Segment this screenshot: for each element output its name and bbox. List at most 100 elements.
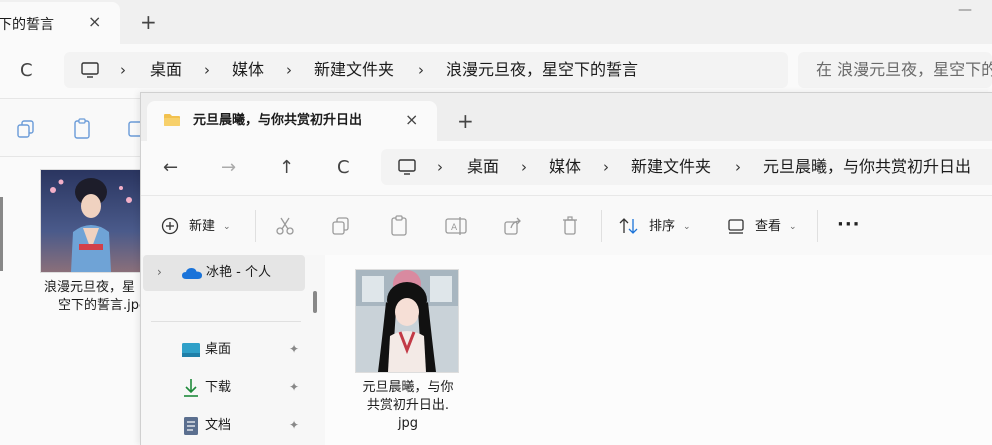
- forward-arrow-icon[interactable]: →: [221, 158, 236, 178]
- breadcrumb-desktop[interactable]: 桌面: [467, 159, 499, 175]
- nav-item-desktop[interactable]: 桌面 ✦: [143, 333, 309, 367]
- file-name-line: 共赏初升日出.: [366, 398, 450, 413]
- sort-button[interactable]: 排序 ⌄: [619, 216, 699, 236]
- desktop-icon: [182, 343, 200, 357]
- refresh-icon[interactable]: C: [337, 158, 350, 178]
- breadcrumb-new-folder[interactable]: 新建文件夹: [631, 159, 711, 175]
- front-window-tabbar: 元旦晨曦，与你共赏初升日出 × +: [141, 93, 992, 141]
- front-window-navbar: ← → ↑ C › 桌面 › 媒体 › 新建文件夹 › 元旦晨曦，与你共赏初升日…: [141, 141, 992, 195]
- file-name-line: 空下的誓言.jpg: [58, 298, 148, 313]
- breadcrumb-separator: ›: [521, 158, 527, 176]
- minimize-icon[interactable]: —: [958, 2, 972, 18]
- breadcrumb-separator: ›: [418, 61, 424, 79]
- back-search-box[interactable]: 在 浪漫元旦夜，星空下的: [798, 52, 992, 88]
- view-icon: [728, 219, 744, 234]
- computer-icon: [398, 159, 416, 175]
- back-scrollbar[interactable]: [0, 197, 3, 271]
- front-window-toolbar: 新建 ⌄ A 排序 ⌄ 查看 ⌄ ···: [141, 195, 992, 257]
- back-refresh-icon[interactable]: C: [20, 61, 33, 81]
- file-name-line: jpg: [397, 416, 419, 431]
- search-placeholder: 在 浪漫元旦夜，星空下的: [816, 60, 992, 79]
- navigation-pane: › 冰艳 - 个人 桌面 ✦ 下载 ✦ 文档 ✦: [141, 255, 325, 445]
- chevron-down-icon: ⌄: [223, 222, 231, 232]
- onedrive-label: 冰艳 - 个人: [206, 265, 271, 280]
- paste-icon[interactable]: [389, 215, 409, 237]
- file-item[interactable]: 元旦晨曦，与你 共赏初升日出. jpg: [349, 267, 467, 445]
- up-arrow-icon[interactable]: ↑: [279, 158, 294, 178]
- nav-pane-scrollbar[interactable]: [313, 291, 317, 313]
- breadcrumb-separator: ›: [603, 158, 609, 176]
- toolbar-divider: [601, 210, 602, 242]
- back-tab-close-icon[interactable]: ×: [88, 14, 101, 30]
- cut-icon[interactable]: [275, 216, 295, 236]
- plus-circle-icon: [161, 217, 179, 235]
- back-arrow-icon[interactable]: ←: [163, 158, 178, 178]
- breadcrumb-separator: ›: [204, 61, 210, 79]
- paste-icon[interactable]: [72, 118, 92, 140]
- front-tab-close-icon[interactable]: ×: [405, 112, 418, 128]
- breadcrumb-current-folder[interactable]: 浪漫元旦夜，星空下的誓言: [446, 62, 638, 78]
- front-explorer-window: 元旦晨曦，与你共赏初升日出 × + ← → ↑ C › 桌面 › 媒体 › 新建…: [140, 92, 992, 445]
- nav-label-documents: 文档: [205, 418, 232, 433]
- breadcrumb-desktop[interactable]: 桌面: [150, 62, 182, 78]
- back-window-navbar: C › 桌面 › 媒体 › 新建文件夹 › 浪漫元旦夜，星空下的誓言 在 浪漫元…: [0, 44, 992, 98]
- back-file-thumbnail[interactable]: [40, 169, 142, 273]
- breadcrumb-current-folder[interactable]: 元旦晨曦，与你共赏初升日出: [763, 159, 971, 175]
- breadcrumb-separator: ›: [286, 61, 292, 79]
- share-icon[interactable]: [503, 216, 523, 236]
- nav-divider: [151, 321, 301, 322]
- back-window-tab[interactable]: 下的誓言: [0, 2, 120, 44]
- download-icon: [184, 379, 198, 397]
- folder-icon: [164, 114, 180, 126]
- file-thumbnail: [355, 269, 459, 373]
- view-button-label: 查看: [755, 219, 782, 234]
- view-button[interactable]: 查看 ⌄: [727, 216, 807, 236]
- file-list: 元旦晨曦，与你 共赏初升日出. jpg: [325, 255, 992, 445]
- front-tab-title: 元旦晨曦，与你共赏初升日出: [193, 113, 363, 128]
- new-button-label: 新建: [189, 219, 216, 234]
- front-window-tab[interactable]: 元旦晨曦，与你共赏初升日出 ×: [147, 101, 437, 141]
- nav-item-documents[interactable]: 文档 ✦: [143, 409, 309, 443]
- toolbar-divider: [817, 210, 818, 242]
- breadcrumb-media[interactable]: 媒体: [549, 159, 581, 175]
- file-name-line: 元旦晨曦，与你: [362, 380, 454, 395]
- more-options-icon[interactable]: ···: [837, 214, 861, 235]
- toolbar-divider: [255, 210, 256, 242]
- svg-text:A: A: [451, 223, 458, 233]
- pin-icon[interactable]: ✦: [289, 342, 299, 356]
- nav-item-onedrive[interactable]: › 冰艳 - 个人: [143, 255, 305, 291]
- back-address-bar[interactable]: › 桌面 › 媒体 › 新建文件夹 › 浪漫元旦夜，星空下的誓言: [64, 52, 788, 88]
- nav-item-downloads[interactable]: 下载 ✦: [143, 371, 309, 405]
- breadcrumb-media[interactable]: 媒体: [232, 62, 264, 78]
- back-window-toolbar: [0, 98, 142, 157]
- breadcrumb-separator: ›: [437, 158, 443, 176]
- back-new-tab-icon[interactable]: +: [140, 12, 157, 32]
- expand-chevron-icon[interactable]: ›: [157, 265, 162, 279]
- copy-icon[interactable]: [331, 216, 351, 236]
- breadcrumb-new-folder[interactable]: 新建文件夹: [314, 62, 394, 78]
- back-file-name[interactable]: 浪漫元旦夜，星 空下的誓言.jpg: [38, 279, 148, 315]
- back-window-tabbar: 下的誓言 × + —: [0, 0, 992, 44]
- rename-icon[interactable]: A: [445, 216, 467, 236]
- breadcrumb-separator: ›: [120, 61, 126, 79]
- sort-icon: [619, 218, 638, 234]
- pin-icon[interactable]: ✦: [289, 380, 299, 394]
- front-new-tab-icon[interactable]: +: [457, 111, 474, 131]
- breadcrumb-separator: ›: [735, 158, 741, 176]
- file-name: 元旦晨曦，与你 共赏初升日出. jpg: [349, 379, 467, 433]
- nav-label-downloads: 下载: [205, 380, 232, 395]
- copy-icon[interactable]: [16, 119, 36, 139]
- delete-icon[interactable]: [561, 216, 579, 236]
- front-address-bar[interactable]: › 桌面 › 媒体 › 新建文件夹 › 元旦晨曦，与你共赏初升日出: [381, 149, 992, 185]
- back-window-content: 浪漫元旦夜，星 空下的誓言.jpg: [0, 156, 147, 445]
- file-name-line: 浪漫元旦夜，星: [44, 280, 136, 295]
- chevron-down-icon: ⌄: [789, 222, 797, 232]
- computer-icon: [81, 62, 99, 78]
- documents-icon: [184, 417, 198, 435]
- pin-icon[interactable]: ✦: [289, 418, 299, 432]
- back-tab-title: 下的誓言: [0, 17, 54, 33]
- chevron-down-icon: ⌄: [683, 222, 691, 232]
- sort-button-label: 排序: [649, 219, 676, 234]
- onedrive-cloud-icon: [182, 268, 202, 279]
- nav-label-desktop: 桌面: [205, 342, 232, 357]
